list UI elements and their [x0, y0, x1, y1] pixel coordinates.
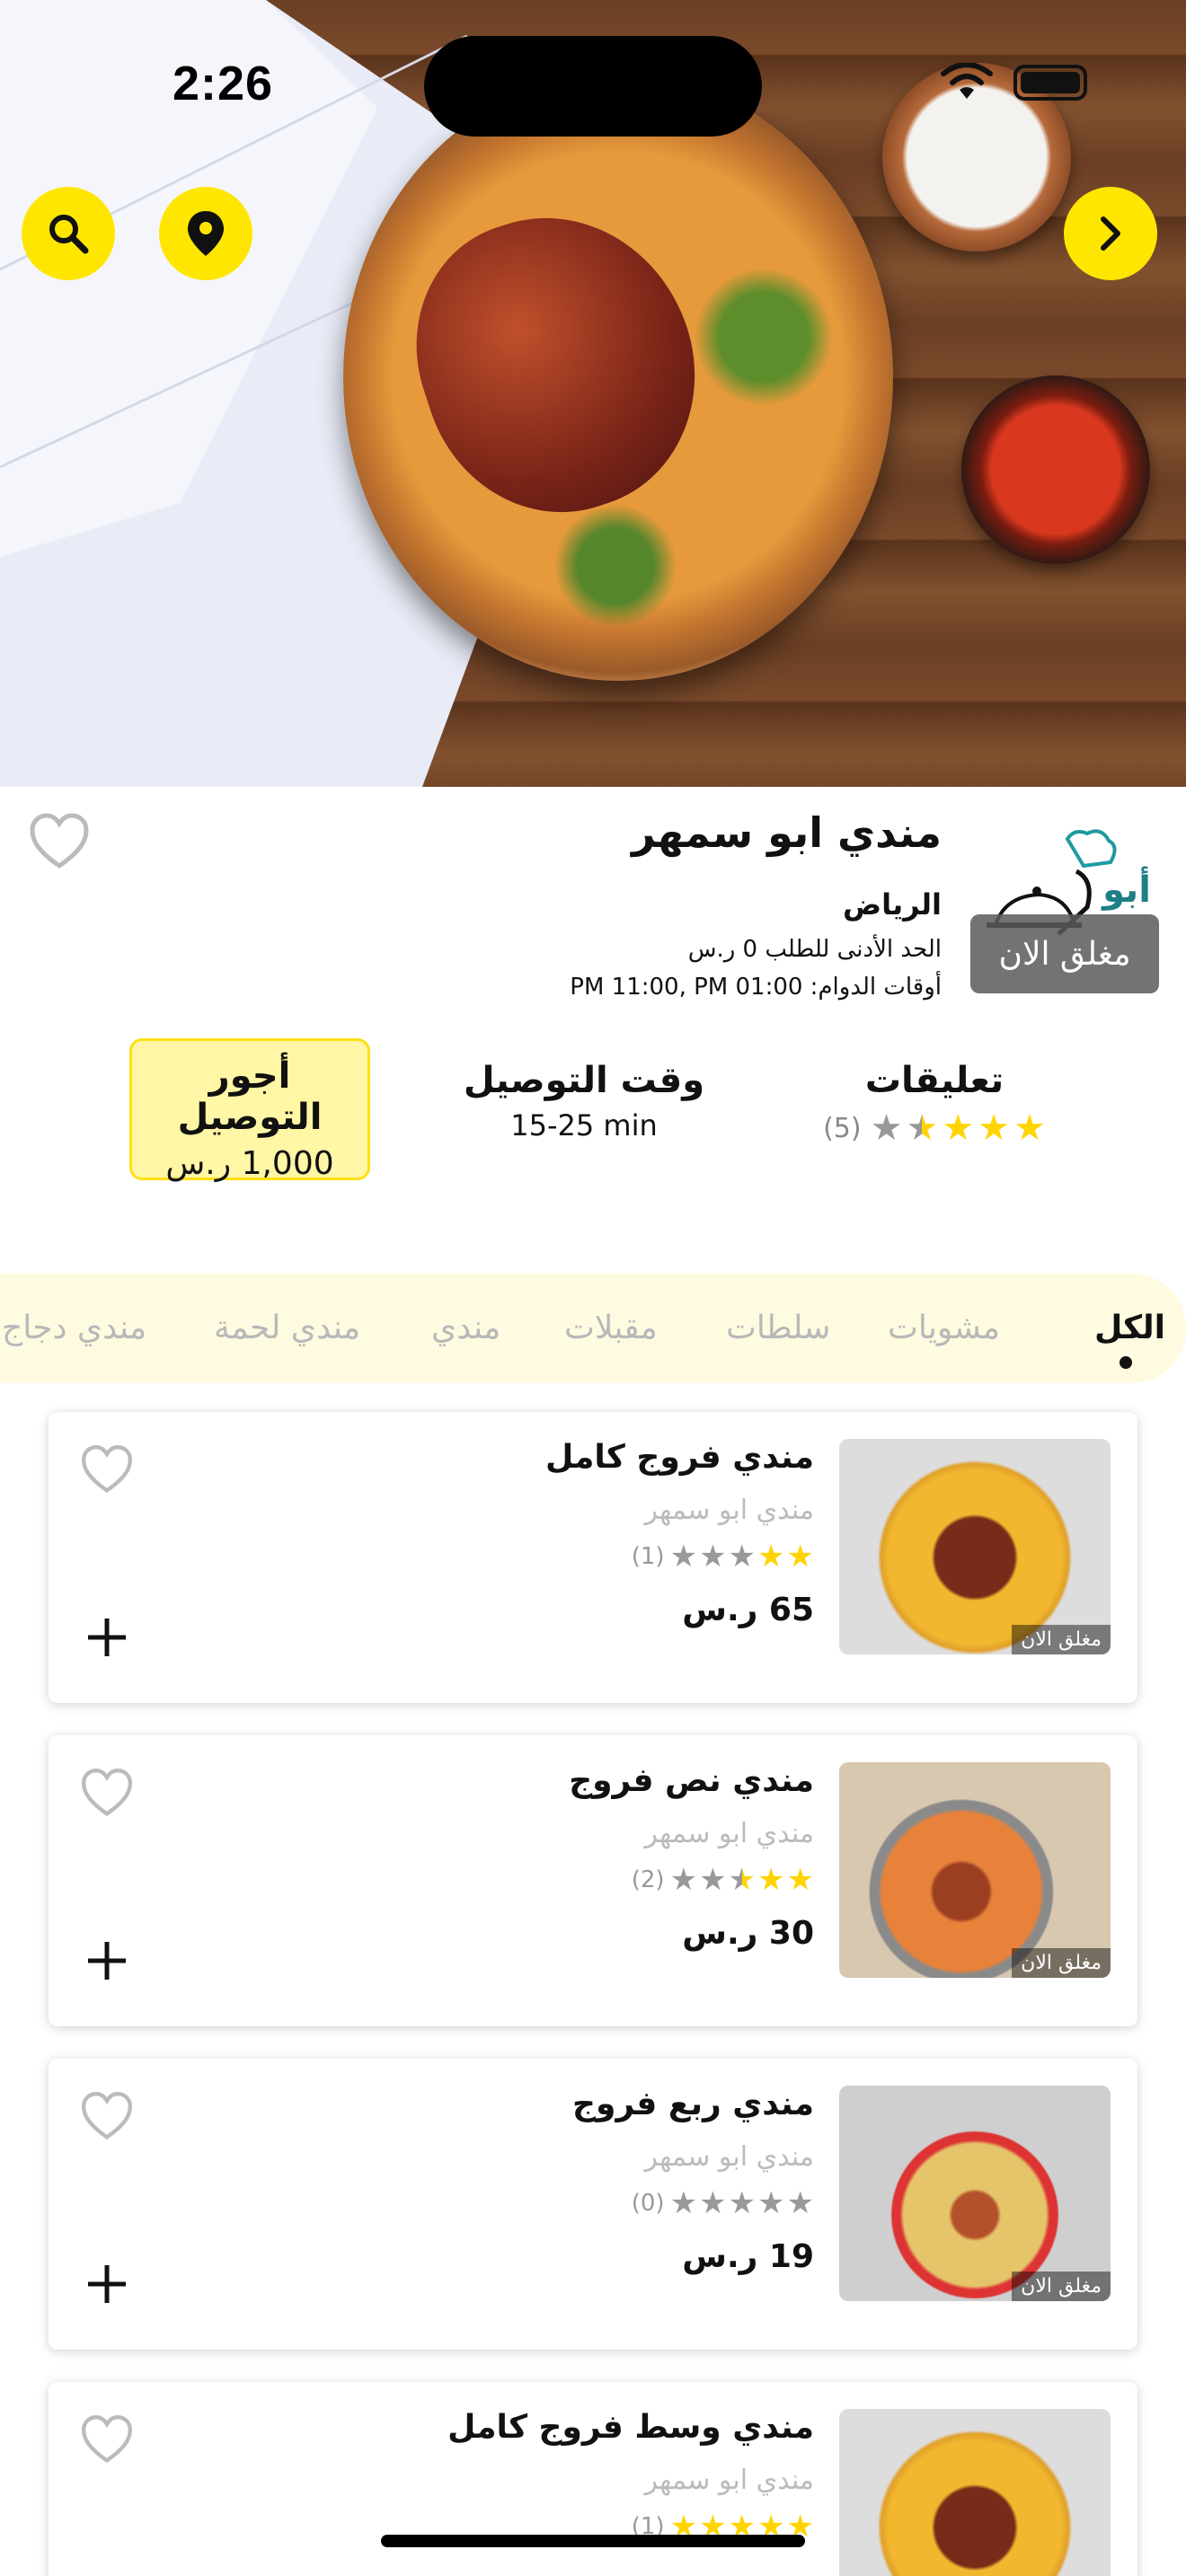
menu-item-card[interactable]: مغلق الان مندي نص فروج مندي ابو سمهر (2)… [49, 1735, 1137, 2026]
rating-count: (0) [631, 2190, 665, 2217]
star-icon: ★ [728, 2185, 757, 2221]
tab-salads[interactable]: سلطات [726, 1310, 830, 1346]
menu-item-image [839, 2409, 1111, 2576]
menu-item-card[interactable]: مغلق الان مندي فروج كامل مندي ابو سمهر (… [49, 1412, 1137, 1703]
menu-item-image: مغلق الان [839, 1439, 1111, 1654]
dynamic-island [424, 36, 762, 137]
menu-item-name: مندي فروج كامل [544, 1439, 814, 1476]
star-icon: ★ [669, 2185, 698, 2221]
favorite-heart-icon[interactable] [27, 810, 92, 875]
status-time: 2:26 [173, 57, 274, 110]
delivery-fee-label: أجور التوصيل [177, 1055, 323, 1138]
reviews-label: تعليقات [864, 1060, 1005, 1101]
menu-item-rating: (2) ★ ★ ★ ★ ★ [632, 1865, 814, 1895]
location-pin-icon [188, 211, 224, 256]
wifi-icon [941, 63, 993, 99]
min-order: الحد الأدنى للطلب 0 ر.س [687, 936, 942, 963]
star-icon: ★ [978, 1107, 1011, 1149]
favorite-heart-icon[interactable] [79, 2413, 135, 2468]
category-tabs: الكل مشويات سلطات مقبلات مندي مندي لحمة … [0, 1274, 1186, 1383]
closed-label: مغلق الان [1012, 1625, 1111, 1654]
restaurant-city: الرياض [843, 887, 942, 922]
tab-chicken-mandi[interactable]: مندي دجاج [2, 1310, 146, 1346]
closed-label: مغلق الان [1012, 1948, 1111, 1978]
delivery-fee-stat: أجور التوصيل 1,000 ر.س [129, 1038, 370, 1182]
restaurant-name: مندي ابو سمهر [632, 808, 942, 857]
add-to-cart-icon[interactable] [84, 1938, 129, 1983]
menu-item-image: مغلق الان [839, 2086, 1111, 2301]
menu-item-price: 65 ر.س [682, 1592, 814, 1628]
menu-item-restaurant: مندي ابو سمهر [644, 2141, 814, 2173]
half-star-icon: ★ [728, 1862, 757, 1898]
favorite-heart-icon[interactable] [79, 1766, 135, 1822]
home-indicator[interactable] [381, 2535, 805, 2547]
tab-appetizers[interactable]: مقبلات [564, 1310, 658, 1346]
menu-item-image: مغلق الان [839, 1762, 1111, 1978]
parsley-garnish [539, 503, 692, 629]
search-button[interactable] [22, 187, 115, 280]
star-icon: ★ [942, 1107, 975, 1149]
battery-icon [1013, 65, 1087, 101]
star-icon: ★ [786, 1862, 814, 1898]
menu-item-name: مندي ربع فروج [572, 2086, 814, 2122]
menu-item-name: مندي وسط فروج كامل [447, 2409, 814, 2446]
menu-item-restaurant: مندي ابو سمهر [644, 1495, 814, 1526]
star-icon: ★ [870, 1107, 903, 1149]
status-icons [940, 63, 1087, 102]
star-icon: ★ [699, 1862, 727, 1898]
search-icon [49, 215, 89, 254]
tab-all[interactable]: الكل [1094, 1310, 1165, 1346]
delivery-time-value: 15-25 min [510, 1108, 658, 1142]
menu-item-restaurant: مندي ابو سمهر [644, 2465, 814, 2496]
star-icon: ★ [699, 1539, 727, 1575]
star-icon: ★ [757, 2185, 785, 2221]
star-icon: ★ [786, 1539, 814, 1575]
chevron-right-icon [1101, 216, 1120, 251]
star-icon: ★ [786, 2185, 814, 2221]
tab-meat-mandi[interactable]: مندي لحمة [214, 1310, 360, 1346]
star-icon: ★ [669, 1539, 698, 1575]
menu-item-price: 19 ر.س [682, 2238, 814, 2275]
favorite-heart-icon[interactable] [79, 2089, 135, 2145]
star-icon: ★ [699, 2185, 727, 2221]
menu-item-rating: (1) ★ ★ ★ ★ ★ [632, 1541, 814, 1572]
menu-item-card[interactable]: مغلق الان مندي ربع فروج مندي ابو سمهر (0… [49, 2059, 1137, 2350]
half-star-icon: ★ [906, 1107, 939, 1149]
opening-hours: أوقات الدوام: PM 11:00, PM 01:00 [570, 974, 942, 1001]
add-to-cart-icon[interactable] [84, 2262, 129, 2307]
menu-item-rating: (0) ★ ★ ★ ★ ★ [632, 2188, 814, 2219]
star-icon: ★ [757, 1862, 785, 1898]
star-icon: ★ [757, 1539, 785, 1575]
sauce-bowl [961, 375, 1150, 564]
menu-item-price: 30 ر.س [682, 1915, 814, 1952]
rating-count: (2) [631, 1866, 665, 1893]
tab-mandi[interactable]: مندي [431, 1310, 500, 1346]
parsley-garnish [683, 260, 845, 413]
closed-label: مغلق الان [1012, 2272, 1111, 2301]
menu-item-name: مندي نص فروج [569, 1762, 814, 1799]
star-icon: ★ [1013, 1107, 1046, 1149]
back-button[interactable] [1064, 187, 1157, 280]
menu-item-restaurant: مندي ابو سمهر [644, 1818, 814, 1849]
star-icon: ★ [728, 1539, 757, 1575]
delivery-fee-value: 1,000 ر.س [165, 1145, 334, 1182]
delivery-time-label: وقت التوصيل [463, 1060, 705, 1101]
active-tab-indicator [1120, 1356, 1132, 1369]
reviews-stat[interactable]: تعليقات (5) ★ ★ ★ ★ ★ [800, 1060, 1069, 1146]
closed-badge: مغلق الان [970, 914, 1159, 993]
delivery-time-stat: وقت التوصيل 15-25 min [449, 1060, 719, 1142]
add-to-cart-icon[interactable] [84, 1615, 129, 1660]
star-icon: ★ [669, 1862, 698, 1898]
reviews-stars: (5) ★ ★ ★ ★ ★ [800, 1110, 1069, 1146]
tab-grills[interactable]: مشويات [888, 1310, 1000, 1346]
favorite-heart-icon[interactable] [79, 1442, 135, 1498]
rating-count: (1) [631, 1543, 665, 1570]
location-button[interactable] [159, 187, 252, 280]
reviews-count: (5) [823, 1112, 862, 1144]
logo-text: أبو [1101, 866, 1151, 911]
